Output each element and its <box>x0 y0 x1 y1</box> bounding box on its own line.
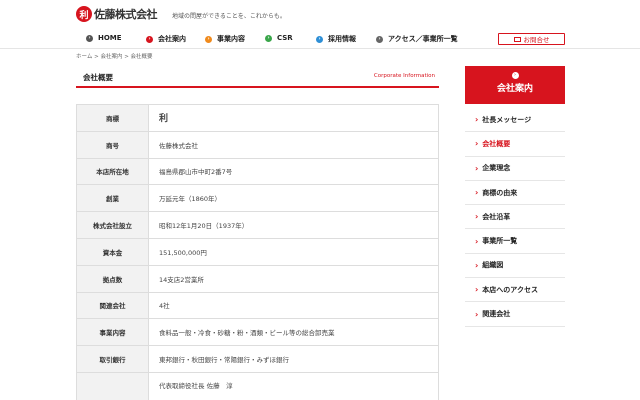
row-label: 関連会社 <box>76 291 149 320</box>
sidebar-item-trademark[interactable]: › 商標の由来 <box>465 181 565 206</box>
row-label: 商号 <box>76 130 149 159</box>
sidebar-item-org-chart[interactable]: › 組織図 <box>465 254 565 279</box>
sidebar-item-access[interactable]: › 本店へのアクセス <box>465 278 565 303</box>
table-row: 事業内容 食料品一般・冷食・砂糖・粉・酒類・ビール等の総合卸売業 <box>76 318 439 347</box>
contact-button[interactable]: お問合せ <box>498 33 565 45</box>
chevron-right-icon: › <box>475 309 479 319</box>
sidebar-item-affiliates[interactable]: › 関連会社 <box>465 302 565 327</box>
table-row: 資本金 151,500,000円 <box>76 237 439 266</box>
main-nav: › HOME › 会社案内 › 事業内容 › CSR › 採用情報 › アクセス… <box>76 31 566 47</box>
chevron-right-icon: › <box>475 212 479 222</box>
chevron-right-icon: › <box>376 35 383 43</box>
sidebar-item-philosophy[interactable]: › 企業理念 <box>465 157 565 181</box>
row-value: 代表取締役社長 佐藤 淳 <box>148 371 439 400</box>
tagline: 地域の問屋ができることを、これからも。 <box>172 13 286 20</box>
table-row: 商標利 <box>76 104 439 132</box>
row-value: 食料品一般・冷食・砂糖・粉・酒類・ビール等の総合卸売業 <box>148 318 439 347</box>
nav-business[interactable]: › 事業内容 <box>205 34 245 44</box>
chevron-right-icon: › <box>475 236 479 246</box>
row-label <box>76 371 149 400</box>
chevron-right-icon: › <box>205 35 212 43</box>
row-label: 取引銀行 <box>76 345 149 373</box>
sidebar-item-overview[interactable]: › 会社概要 <box>465 132 565 157</box>
nav-divider <box>0 48 640 49</box>
row-label: 創業 <box>76 184 149 213</box>
chevron-right-icon: › <box>316 35 323 43</box>
row-value: 東邦銀行・秋田銀行・常陽銀行・みずほ銀行 <box>148 345 439 373</box>
table-row: 株式会社設立 昭和12年1月20日（1937年） <box>76 211 439 239</box>
table-row: 商号 佐藤株式会社 <box>76 130 439 159</box>
table-row: 取引銀行 東邦銀行・秋田銀行・常陽銀行・みずほ銀行 <box>76 345 439 373</box>
sidebar-item-history[interactable]: › 会社沿革 <box>465 205 565 230</box>
row-label: 商標 <box>76 104 149 132</box>
chevron-right-icon: › <box>475 139 479 149</box>
company-logo[interactable]: 利 佐藤株式会社 <box>76 6 158 22</box>
row-label: 事業内容 <box>76 318 149 347</box>
row-label: 本店所在地 <box>76 157 149 186</box>
row-value: 14支店2営業所 <box>148 264 439 293</box>
row-value: 151,500,000円 <box>148 237 439 266</box>
logo-mark-icon: 利 <box>76 6 92 22</box>
chevron-right-icon: › <box>475 115 479 125</box>
mail-icon <box>513 36 521 42</box>
chevron-down-icon: › <box>511 72 519 79</box>
sidebar-item-message[interactable]: › 社長メッセージ <box>465 108 565 133</box>
company-name: 佐藤株式会社 <box>94 8 158 21</box>
table-row: 代表取締役社長 佐藤 淳 <box>76 371 439 400</box>
row-value: 昭和12年1月20日（1937年） <box>148 211 439 239</box>
nav-home[interactable]: › HOME <box>86 34 122 42</box>
nav-csr[interactable]: › CSR <box>265 34 293 42</box>
row-value: 福島県郡山市中町2番7号 <box>148 157 439 186</box>
table-row: 拠点数 14支店2営業所 <box>76 264 439 293</box>
company-info-table: 商標利 商号 佐藤株式会社 本店所在地 福島県郡山市中町2番7号 創業 万延元年（18… <box>76 104 439 400</box>
table-row: 本店所在地 福島県郡山市中町2番7号 <box>76 157 439 186</box>
row-value: 利 <box>148 104 439 132</box>
row-label: 株式会社設立 <box>76 211 149 239</box>
row-value: 万延元年（1860年） <box>148 184 439 213</box>
page-title-bar: 会社概要 Corporate Information <box>76 68 439 88</box>
nav-access[interactable]: › アクセス／事業所一覧 <box>376 34 458 44</box>
page-title: 会社概要 <box>83 73 113 82</box>
chevron-right-icon: › <box>475 285 479 295</box>
table-row: 創業 万延元年（1860年） <box>76 184 439 213</box>
chevron-right-icon: › <box>146 35 153 43</box>
row-label: 資本金 <box>76 237 149 266</box>
sidebar-menu: › 社長メッセージ › 会社概要 › 企業理念 › 商標の由来 › 会社沿革 › 事業所一覧… <box>465 108 565 327</box>
nav-company[interactable]: › 会社案内 <box>146 34 186 44</box>
page-title-en: Corporate Information <box>373 73 435 79</box>
row-value: 佐藤株式会社 <box>148 130 439 159</box>
chevron-right-icon: › <box>265 34 272 42</box>
sidebar-item-offices[interactable]: › 事業所一覧 <box>465 229 565 254</box>
chevron-right-icon: › <box>475 163 479 173</box>
chevron-right-icon: › <box>475 260 479 270</box>
breadcrumb[interactable]: ホーム > 会社案内 > 会社概要 <box>76 52 153 60</box>
nav-recruit[interactable]: › 採用情報 <box>316 34 356 44</box>
chevron-right-icon: › <box>86 34 93 42</box>
chevron-right-icon: › <box>475 188 479 198</box>
sidebar-heading[interactable]: › 会社案内 <box>465 66 565 104</box>
row-value: 4社 <box>148 291 439 320</box>
row-label: 拠点数 <box>76 264 149 293</box>
table-row: 関連会社 4社 <box>76 291 439 320</box>
